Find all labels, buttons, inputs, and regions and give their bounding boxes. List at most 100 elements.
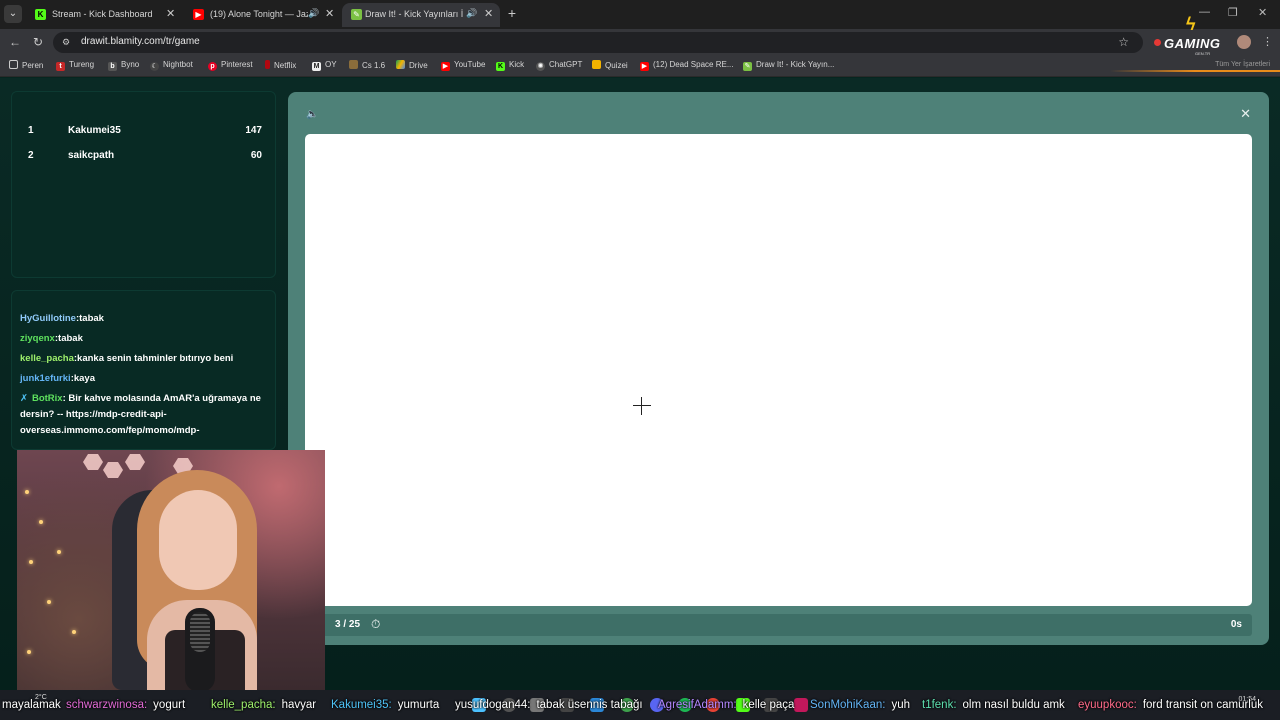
tab-title: Stream - Kick Dashboard — [52, 9, 153, 19]
tab-close-icon[interactable]: ✕ — [325, 7, 334, 20]
chat-message: HyGuillotine:tabak — [20, 313, 104, 324]
bookmark-byno[interactable]: b Byno — [108, 60, 139, 71]
drawing-canvas[interactable] — [305, 134, 1252, 606]
chat-text: kaya — [73, 373, 95, 384]
leaderboard-row: 2 saikcpath 60 — [28, 150, 262, 166]
ticker-message: t1fenk: olm nasıl buldu amk — [922, 699, 1065, 711]
tab-title: Draw It! - Kick Yayınları İçin — [365, 9, 463, 19]
close-game-icon[interactable]: ✕ — [1240, 106, 1251, 122]
tab-draw-it[interactable]: ✎ Draw It! - Kick Yayınları İçin 🔊 ✕ — [342, 3, 500, 27]
site-info-icon[interactable]: ⚙ — [62, 37, 73, 48]
bookmark-youtube[interactable]: ▶ YouTube — [441, 60, 485, 71]
tab-kick-dashboard[interactable]: K Stream - Kick Dashboard ✕ — [26, 3, 182, 27]
bot-sword-icon: ✗ — [20, 393, 28, 404]
tab-close-icon[interactable]: ✕ — [484, 7, 493, 20]
chat-panel: HyGuillotine:tabak ziyqenx:tabak kelle_p… — [11, 290, 276, 450]
ticker-username: t1fenk: — [922, 699, 957, 711]
bookmark-drive[interactable]: Drive — [396, 60, 428, 70]
bookmark-quizei[interactable]: Quizei — [592, 60, 628, 70]
nightbot-icon: ☾ — [150, 62, 159, 71]
maximize-icon[interactable]: ❐ — [1228, 6, 1238, 19]
chat-username: HyGuillotine — [20, 313, 76, 324]
bookmark-draw-it[interactable]: ✎ Draw It! - Kick Yayın... — [743, 60, 834, 71]
leader-rank: 1 — [28, 125, 34, 136]
tab-strip: ⌄ K Stream - Kick Dashboard ✕ ▶ (19) Alo… — [0, 0, 1280, 29]
ticker-text: ford transit on camurluk — [1142, 699, 1263, 711]
leader-score: 147 — [245, 125, 262, 136]
chat-message: ✗ BotRix: Bir kahve molasında AmAR'a uğra… — [20, 393, 261, 436]
ticker-message: kelle_pacha: havyar — [211, 699, 316, 711]
youtube-icon: ▶ — [441, 62, 450, 71]
logo-bolt-icon: ϟ — [1186, 14, 1196, 34]
ticker-text: yumurta — [397, 699, 440, 711]
crosshair-cursor-icon — [633, 397, 651, 415]
minimize-icon[interactable]: — — [1199, 6, 1210, 18]
browser-menu-icon[interactable]: ⋮ — [1262, 35, 1273, 48]
bookmark-kick[interactable]: K Kick — [496, 60, 524, 71]
ticker-text: havyar — [281, 699, 317, 711]
leader-rank: 2 — [28, 150, 34, 161]
reload-icon[interactable]: ↻ — [33, 35, 43, 49]
ticker-message: mayalamak — [2, 699, 61, 711]
bookmark-oy[interactable]: M OY — [312, 60, 337, 71]
tureng-icon: t — [56, 62, 65, 71]
ticker-text: olm nasıl buldu amk — [962, 699, 1065, 711]
webcam-overlay — [17, 450, 325, 692]
leader-score: 60 — [250, 150, 262, 161]
bookmark-star-icon[interactable]: ☆ — [1118, 35, 1129, 49]
chat-message: junk1efurki:kaya — [20, 373, 95, 384]
ticker-text: yuh — [891, 699, 910, 711]
chat-username: ziyqenx — [20, 333, 55, 344]
sound-toggle-icon[interactable]: 🔈 — [306, 109, 318, 120]
bookmark-peren[interactable]: Peren — [9, 60, 43, 70]
pinterest-icon: p — [208, 62, 217, 71]
ticker-message: schwarzwinosa: yogurt — [66, 699, 185, 711]
ticker-text: kelle paça — [742, 699, 795, 711]
ticker-username: yusufdogan44: — [455, 699, 531, 711]
ticker-message: eyuupkooc: ford transit on camurluk — [1078, 699, 1263, 711]
ticker-message: yusufdogan44: tabak üsennis tabağı — [455, 699, 643, 711]
bookmarks-bar: Peren t Tureng b Byno ☾ Nightbot p Pinterest… — [0, 56, 1280, 77]
bookmark-chatgpt[interactable]: ✺ ChatGPT — [536, 60, 582, 71]
oy-icon: M — [312, 62, 321, 71]
bookmark-nightbot[interactable]: ☾ Nightbot — [150, 60, 193, 71]
ticker-message: SonMohiKaan: yuh — [810, 699, 910, 711]
ticker-text: mayalamak — [2, 699, 61, 711]
chat-text: tabak — [58, 333, 83, 344]
logo-underline — [1110, 70, 1280, 72]
bookmark-cs16[interactable]: Cs 1.6 — [349, 60, 385, 70]
youtube-icon: ▶ — [193, 9, 204, 20]
bookmark-tureng[interactable]: t Tureng — [56, 60, 94, 71]
drawing-game-modal: 🔈 ✕ 3 / 25 ⏱ 0s — [288, 92, 1269, 645]
chat-message: kelle_pacha:kanka senin tahminler bıtırı… — [20, 353, 234, 364]
speaker-icon[interactable]: 🔊 — [466, 8, 477, 19]
speaker-icon[interactable]: 🔊 — [308, 8, 319, 19]
youtube-icon: ▶ — [640, 62, 649, 71]
tab-close-icon[interactable]: ✕ — [166, 7, 175, 20]
address-bar[interactable]: ⚙ drawit.blamity.com/tr/game ☆ — [53, 32, 1143, 53]
gaming-logo: GAMING — [1164, 36, 1221, 51]
bookmark-pinterest[interactable]: p Pinterest — [208, 60, 253, 71]
timer-icon: ⏱ — [371, 617, 381, 631]
back-arrow-icon[interactable]: ← — [9, 35, 21, 49]
new-tab-button[interactable]: + — [505, 5, 519, 21]
leaderboard: 1 Kakumei35 147 2 saikcpath 60 — [11, 91, 276, 278]
gaming-logo-overlay: ϟ GAMING GEN.TR — [1150, 14, 1250, 56]
ticker-username: Kakumei35: — [331, 699, 392, 711]
bookmark-netflix[interactable]: Netflix — [265, 60, 296, 70]
quizei-icon — [592, 60, 601, 69]
close-window-icon[interactable]: ✕ — [1258, 6, 1267, 19]
kick-icon: K — [496, 62, 505, 71]
url-text[interactable]: drawit.blamity.com/tr/game — [81, 36, 200, 47]
leader-name: saikcpath — [68, 150, 115, 161]
tab-youtube-jazz[interactable]: ▶ (19) Alone Tonight — Jazz I 🔊 ✕ — [184, 3, 340, 27]
tab-search-icon[interactable]: ⌄ — [4, 5, 22, 23]
all-bookmarks-link[interactable]: Tüm Yer İşaretleri — [1215, 61, 1270, 68]
chat-message: ziyqenx:tabak — [20, 333, 83, 344]
cs-icon — [349, 60, 358, 69]
byno-icon: b — [108, 62, 117, 71]
time-remaining: 0s — [1230, 619, 1242, 630]
profile-avatar[interactable] — [1237, 35, 1251, 49]
bookmark-dead-space[interactable]: ▶ (12) Dead Space RE... — [640, 60, 733, 71]
ticker-message: AgresifAdamm: kelle paça — [658, 699, 794, 711]
